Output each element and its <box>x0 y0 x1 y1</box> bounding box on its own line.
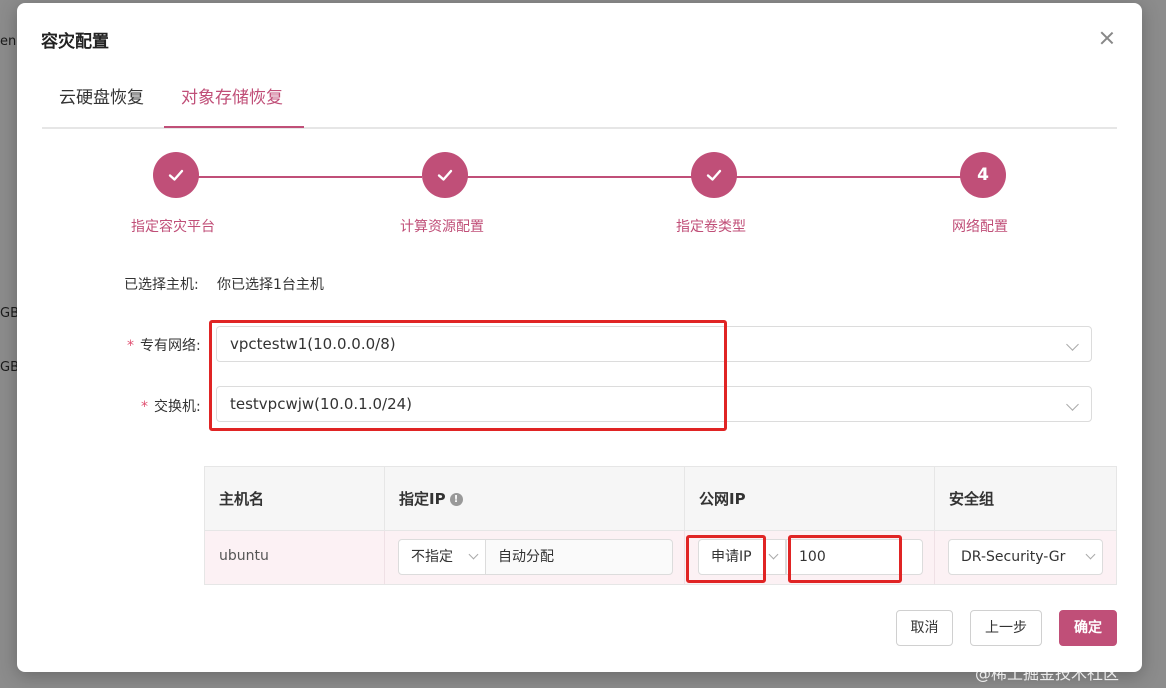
step-3-check-icon <box>691 152 737 198</box>
security-group-value: DR-Security-Gr <box>961 549 1066 565</box>
dialog-title: 容灾配置 <box>41 32 109 52</box>
step-connector <box>198 176 422 178</box>
switch-select-value: testvpcwjw(10.0.1.0/24) <box>230 395 413 413</box>
vpc-select[interactable]: vpctestw1(10.0.0.0/8) <box>216 326 1092 362</box>
confirm-button[interactable]: 确定 <box>1059 610 1117 646</box>
public-ip-mode-value: 申请IP <box>711 549 752 565</box>
vpc-label: * 专有网络: <box>127 335 201 355</box>
close-icon[interactable] <box>1098 29 1116 47</box>
cancel-button[interactable]: 取消 <box>896 610 953 646</box>
step-label: 指定容灾平台 <box>131 219 215 235</box>
column-header-ip-text: 指定IP <box>399 490 446 508</box>
hostname-cell: ubuntu <box>205 531 385 584</box>
step-1-check-icon <box>153 152 199 198</box>
step-4-number: 4 <box>960 152 1006 198</box>
step-label: 网络配置 <box>952 219 1008 235</box>
info-icon[interactable]: ! <box>449 493 463 506</box>
ip-input-value: 自动分配 <box>498 549 554 565</box>
chevron-down-icon <box>768 549 779 560</box>
column-header-hostname: 主机名 <box>205 467 385 531</box>
bandwidth-input[interactable]: 100 <box>786 539 923 575</box>
bandwidth-input-value: 100 <box>799 549 826 565</box>
step-label: 计算资源配置 <box>400 219 484 235</box>
step-2-check-icon <box>422 152 468 198</box>
tab-cloud-disk-recovery[interactable]: 云硬盘恢复 <box>59 83 144 108</box>
chevron-down-icon <box>1066 398 1079 411</box>
ip-input[interactable]: 自动分配 <box>485 539 673 575</box>
step-connector <box>466 176 692 178</box>
required-mark: * <box>127 338 134 354</box>
selected-hosts-label: 已选择主机: <box>124 277 199 293</box>
hostname: ubuntu <box>219 548 269 564</box>
column-header-public-ip: 公网IP <box>685 467 935 531</box>
required-mark: * <box>141 399 148 415</box>
chevron-down-icon <box>1085 549 1096 560</box>
step-connector <box>735 176 961 178</box>
vpc-label-text: 专有网络: <box>140 338 201 354</box>
chevron-down-icon <box>468 549 479 560</box>
tab-bar: 云硬盘恢复 对象存储恢复 <box>42 67 1117 129</box>
chevron-down-icon <box>1066 338 1079 351</box>
tab-object-storage-recovery[interactable]: 对象存储恢复 <box>181 83 283 108</box>
table-header: 主机名 指定IP! 公网IP 安全组 <box>205 467 1116 531</box>
selected-hosts-value: 你已选择1台主机 <box>217 277 324 293</box>
security-group-select[interactable]: DR-Security-Gr <box>948 539 1103 575</box>
step-label: 指定卷类型 <box>676 219 746 235</box>
public-ip-mode-select[interactable]: 申请IP <box>698 539 786 575</box>
active-tab-indicator <box>164 126 304 128</box>
switch-label-text: 交换机: <box>154 399 201 415</box>
switch-label: * 交换机: <box>141 396 201 416</box>
switch-select[interactable]: testvpcwjw(10.0.1.0/24) <box>216 386 1092 422</box>
ip-mode-value: 不指定 <box>411 549 453 565</box>
column-header-ip: 指定IP! <box>385 467 685 531</box>
vpc-select-value: vpctestw1(10.0.0.0/8) <box>230 335 396 353</box>
ip-mode-select[interactable]: 不指定 <box>398 539 486 575</box>
previous-step-button[interactable]: 上一步 <box>970 610 1042 646</box>
watermark: @稀土掘金技术社区 <box>975 664 1120 683</box>
column-header-security-group: 安全组 <box>949 490 995 508</box>
